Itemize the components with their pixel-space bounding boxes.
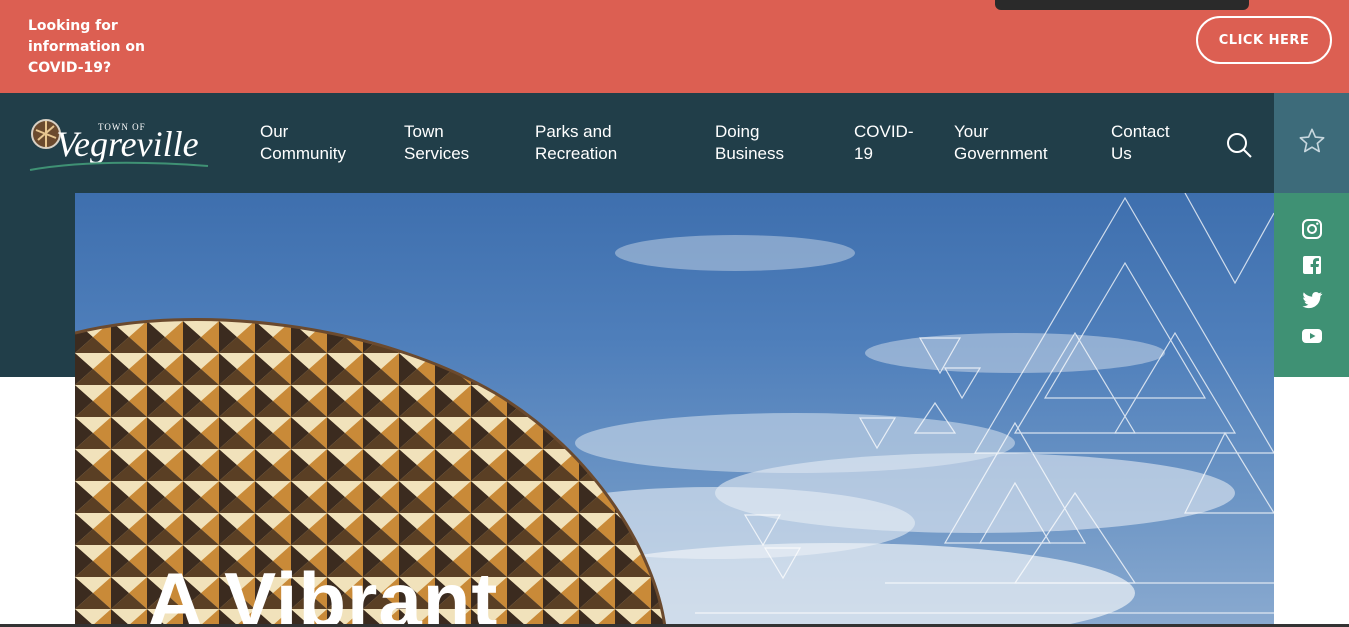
alert-text: Looking for information on COVID-19? bbox=[28, 18, 145, 76]
favorites-panel bbox=[1274, 93, 1349, 193]
nav-your-government[interactable]: Your Government bbox=[954, 121, 1048, 165]
facebook-icon[interactable] bbox=[1300, 253, 1324, 277]
star-icon[interactable] bbox=[1298, 127, 1326, 160]
nav-contact-us[interactable]: Contact Us bbox=[1111, 121, 1170, 165]
nav-covid-19[interactable]: COVID- 19 bbox=[854, 121, 914, 165]
youtube-icon[interactable] bbox=[1300, 324, 1324, 348]
nav-town-services[interactable]: Town Services bbox=[404, 121, 469, 165]
hero-banner: A Vibrant bbox=[75, 193, 1274, 627]
town-logo[interactable]: TOWN OF Vegreville bbox=[28, 116, 213, 174]
twitter-icon[interactable] bbox=[1300, 288, 1324, 312]
nav-our-community[interactable]: Our Community bbox=[260, 121, 346, 165]
nav-doing-business[interactable]: Doing Business bbox=[715, 121, 784, 165]
alert-dark-tab bbox=[995, 0, 1249, 10]
covid-alert-bar bbox=[0, 0, 1349, 93]
search-icon[interactable] bbox=[1225, 131, 1253, 159]
nav-parks-recreation[interactable]: Parks and Recreation bbox=[535, 121, 617, 165]
hero-title: A Vibrant bbox=[147, 556, 499, 627]
logo-name: Vegreville bbox=[56, 124, 199, 164]
click-here-button[interactable]: CLICK HERE bbox=[1196, 16, 1332, 64]
instagram-icon[interactable] bbox=[1300, 217, 1324, 241]
